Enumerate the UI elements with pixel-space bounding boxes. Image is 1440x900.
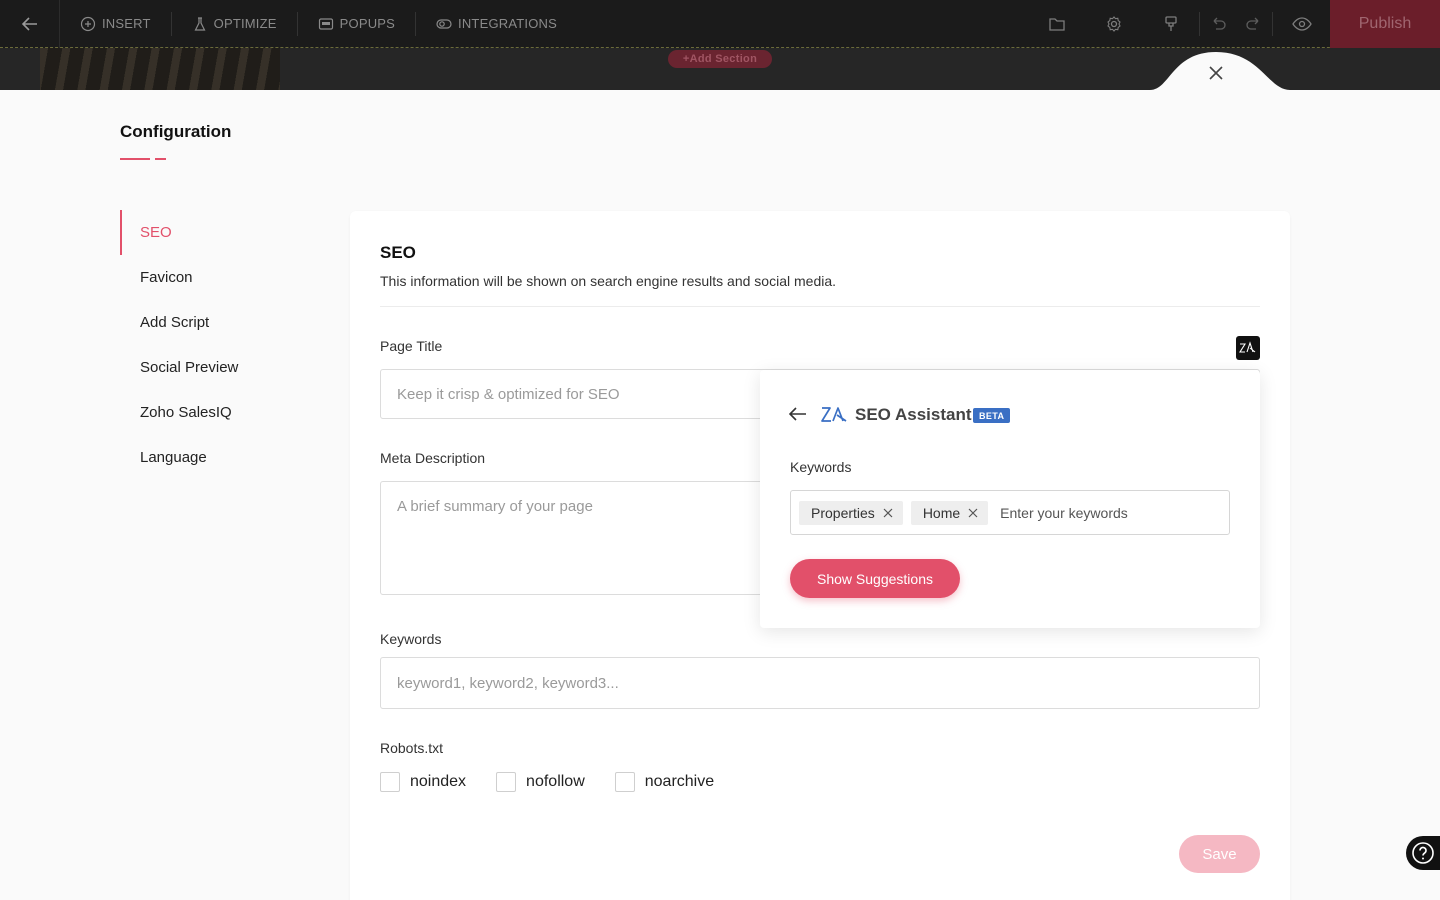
- preview-eye-icon: [1291, 16, 1312, 31]
- beta-badge: BETA: [973, 408, 1011, 423]
- keywords-input[interactable]: keyword1, keyword2, keyword3...: [380, 657, 1260, 709]
- nofollow-checkbox[interactable]: [496, 772, 517, 792]
- seo-subtitle: This information will be shown on search…: [380, 273, 837, 289]
- show-suggestions-button[interactable]: Show Suggestions: [790, 559, 960, 598]
- toggle-icon: [436, 16, 452, 32]
- nav-item-language[interactable]: Language: [120, 435, 320, 480]
- page-title: Configuration: [120, 122, 232, 141]
- undo-button[interactable]: [1200, 0, 1236, 48]
- nav-item-zoho-salesiq[interactable]: Zoho SalesIQ: [120, 390, 320, 435]
- publish-button[interactable]: Publish: [1330, 0, 1440, 48]
- nav-item-seo[interactable]: SEO: [120, 210, 320, 255]
- menu-popups-label: POPUPS: [339, 16, 396, 31]
- paint-brush-button[interactable]: [1142, 0, 1199, 48]
- remove-tag-icon[interactable]: [883, 508, 893, 518]
- arrow-left-icon: [21, 16, 37, 31]
- plus-circle-icon: [80, 16, 96, 32]
- assistant-back-button[interactable]: [788, 404, 808, 424]
- robots-options: noindex nofollow noarchive: [380, 772, 744, 792]
- keyword-tag-label: Home: [922, 504, 961, 521]
- close-icon: [1209, 66, 1223, 80]
- noindex-label: noindex: [410, 773, 467, 790]
- robots-label: Robots.txt: [380, 740, 444, 756]
- arrow-left-icon: [789, 407, 806, 421]
- add-section-button[interactable]: +Add Section: [668, 50, 772, 68]
- title-underline: [120, 158, 166, 160]
- undo-icon: [1213, 17, 1226, 30]
- toolbar-actions: Publish: [1028, 0, 1440, 48]
- settings-icon: [1106, 15, 1121, 32]
- robots-option-noarchive[interactable]: noarchive: [614, 772, 715, 792]
- zia-icon: [1239, 341, 1256, 353]
- help-icon: [1412, 842, 1434, 864]
- assistant-keyword-input[interactable]: Enter your keywords: [1000, 505, 1128, 521]
- remove-tag-icon[interactable]: [968, 508, 978, 518]
- divider: [380, 306, 1260, 307]
- menu-insert-label: INSERT: [102, 16, 151, 31]
- meta-description-label: Meta Description: [380, 450, 486, 466]
- assistant-keywords-field[interactable]: Properties Home Enter your keywords: [790, 490, 1230, 535]
- noarchive-checkbox[interactable]: [614, 772, 635, 792]
- preview-button[interactable]: [1273, 0, 1330, 48]
- noarchive-label: noarchive: [644, 773, 715, 790]
- menu-insert[interactable]: INSERT: [60, 11, 172, 36]
- paint-brush-icon: [1164, 15, 1177, 31]
- keyword-tag: Properties: [799, 500, 903, 525]
- nav-item-social-preview[interactable]: Social Preview: [120, 345, 320, 390]
- nofollow-label: nofollow: [526, 773, 585, 790]
- canvas-background-image: [40, 48, 280, 90]
- redo-button[interactable]: [1236, 0, 1272, 48]
- menu-popups[interactable]: POPUPS: [298, 11, 417, 36]
- back-button[interactable]: [0, 0, 60, 48]
- folder-button[interactable]: [1028, 0, 1085, 48]
- flask-icon: [192, 16, 208, 32]
- zia-assistant-button[interactable]: [1236, 336, 1260, 360]
- nav-item-favicon[interactable]: Favicon: [120, 255, 320, 300]
- menu-integrations-label: INTEGRATIONS: [458, 16, 557, 31]
- editor-toolbar: INSERT OPTIMIZE POPUPS INTEGRATIONS Publ…: [0, 0, 1440, 48]
- keywords-label: Keywords: [380, 631, 442, 647]
- keyword-tag: Home: [910, 500, 989, 525]
- redo-icon: [1246, 17, 1259, 30]
- popup-icon: [318, 16, 334, 32]
- config-side-nav: SEO Favicon Add Script Social Preview Zo…: [120, 210, 320, 480]
- toolbar-menu: INSERT OPTIMIZE POPUPS INTEGRATIONS: [60, 0, 577, 48]
- settings-button[interactable]: [1085, 0, 1142, 48]
- noindex-checkbox[interactable]: [380, 772, 400, 792]
- assistant-title: SEO Assistant: [855, 405, 972, 424]
- menu-optimize-label: OPTIMIZE: [213, 16, 277, 31]
- menu-integrations[interactable]: INTEGRATIONS: [416, 12, 577, 36]
- seo-assistant-popup: SEO Assistant BETA Keywords Properties H…: [760, 370, 1260, 628]
- menu-optimize[interactable]: OPTIMIZE: [172, 11, 298, 36]
- page-title-label: Page Title: [380, 338, 443, 354]
- help-button[interactable]: [1406, 836, 1440, 870]
- keyword-tag-label: Properties: [811, 504, 875, 521]
- nav-item-add-script[interactable]: Add Script: [120, 300, 320, 345]
- save-button[interactable]: Save: [1179, 835, 1260, 873]
- seo-title: SEO: [380, 243, 416, 262]
- assistant-keywords-label: Keywords: [790, 459, 852, 475]
- folder-icon: [1048, 17, 1065, 31]
- close-button[interactable]: [1203, 60, 1229, 86]
- zia-logo-icon: [821, 407, 847, 422]
- robots-option-noindex[interactable]: noindex: [380, 772, 466, 792]
- robots-option-nofollow[interactable]: nofollow: [496, 772, 585, 792]
